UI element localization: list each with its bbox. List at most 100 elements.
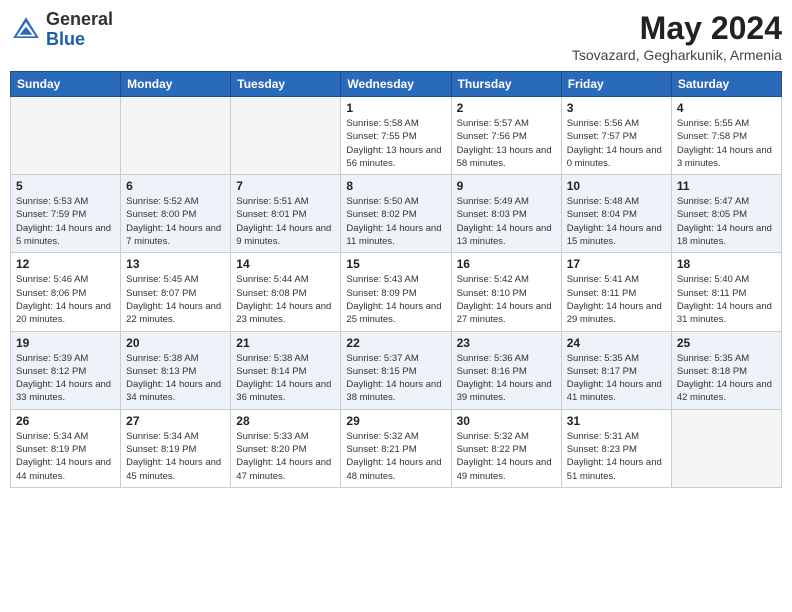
day-detail: Sunrise: 5:37 AMSunset: 8:15 PMDaylight:… (346, 352, 445, 405)
day-number: 26 (16, 414, 115, 428)
day-detail: Sunrise: 5:31 AMSunset: 8:23 PMDaylight:… (567, 430, 666, 483)
calendar-cell: 4 Sunrise: 5:55 AMSunset: 7:58 PMDaylight… (671, 97, 781, 175)
weekday-header: Friday (561, 72, 671, 97)
day-number: 18 (677, 257, 776, 271)
calendar-header-row: SundayMondayTuesdayWednesdayThursdayFrid… (11, 72, 782, 97)
day-number: 20 (126, 336, 225, 350)
day-detail: Sunrise: 5:35 AMSunset: 8:17 PMDaylight:… (567, 352, 666, 405)
day-detail: Sunrise: 5:57 AMSunset: 7:56 PMDaylight:… (457, 117, 556, 170)
weekday-header: Sunday (11, 72, 121, 97)
day-number: 28 (236, 414, 335, 428)
day-detail: Sunrise: 5:44 AMSunset: 8:08 PMDaylight:… (236, 273, 335, 326)
weekday-header: Saturday (671, 72, 781, 97)
day-number: 13 (126, 257, 225, 271)
day-detail: Sunrise: 5:42 AMSunset: 8:10 PMDaylight:… (457, 273, 556, 326)
day-detail: Sunrise: 5:32 AMSunset: 8:22 PMDaylight:… (457, 430, 556, 483)
day-number: 23 (457, 336, 556, 350)
logo-blue: Blue (46, 30, 113, 50)
day-detail: Sunrise: 5:49 AMSunset: 8:03 PMDaylight:… (457, 195, 556, 248)
day-number: 29 (346, 414, 445, 428)
day-number: 12 (16, 257, 115, 271)
calendar-cell: 26Sunrise: 5:34 AMSunset: 8:19 PMDayligh… (11, 409, 121, 487)
weekday-header: Wednesday (341, 72, 451, 97)
calendar-cell (11, 97, 121, 175)
calendar-cell: 27 Sunrise: 5:34 AMSunset: 8:19 PMDayligh… (121, 409, 231, 487)
calendar-cell: 11Sunrise: 5:47 AMSunset: 8:05 PMDayligh… (671, 175, 781, 253)
calendar-cell: 16 Sunrise: 5:42 AMSunset: 8:10 PMDayligh… (451, 253, 561, 331)
calendar-cell: 13Sunrise: 5:45 AMSunset: 8:07 PMDayligh… (121, 253, 231, 331)
day-number: 15 (346, 257, 445, 271)
weekday-header: Thursday (451, 72, 561, 97)
calendar-cell: 1 Sunrise: 5:58 AMSunset: 7:55 PMDaylight… (341, 97, 451, 175)
calendar-cell: 31 Sunrise: 5:31 AMSunset: 8:23 PMDayligh… (561, 409, 671, 487)
day-number: 31 (567, 414, 666, 428)
day-detail: Sunrise: 5:46 AMSunset: 8:06 PMDaylight:… (16, 273, 115, 326)
day-detail: Sunrise: 5:38 AMSunset: 8:13 PMDaylight:… (126, 352, 225, 405)
title-block: May 2024 Tsovazard, Gegharkunik, Armenia (572, 10, 782, 63)
day-detail: Sunrise: 5:32 AMSunset: 8:21 PMDaylight:… (346, 430, 445, 483)
calendar-cell: 12 Sunrise: 5:46 AMSunset: 8:06 PMDayligh… (11, 253, 121, 331)
calendar-cell: 2Sunrise: 5:57 AMSunset: 7:56 PMDaylight… (451, 97, 561, 175)
calendar-cell: 7 Sunrise: 5:51 AMSunset: 8:01 PMDaylight… (231, 175, 341, 253)
calendar-cell (121, 97, 231, 175)
calendar-week-row: 12 Sunrise: 5:46 AMSunset: 8:06 PMDayligh… (11, 253, 782, 331)
calendar-week-row: 19Sunrise: 5:39 AMSunset: 8:12 PMDayligh… (11, 331, 782, 409)
day-number: 4 (677, 101, 776, 115)
day-detail: Sunrise: 5:51 AMSunset: 8:01 PMDaylight:… (236, 195, 335, 248)
day-number: 19 (16, 336, 115, 350)
calendar-cell: 8Sunrise: 5:50 AMSunset: 8:02 PMDaylight… (341, 175, 451, 253)
day-number: 22 (346, 336, 445, 350)
calendar-cell: 30 Sunrise: 5:32 AMSunset: 8:22 PMDayligh… (451, 409, 561, 487)
calendar-table: SundayMondayTuesdayWednesdayThursdayFrid… (10, 71, 782, 488)
logo-text: General Blue (46, 10, 113, 50)
day-number: 8 (346, 179, 445, 193)
calendar-week-row: 5Sunrise: 5:53 AMSunset: 7:59 PMDaylight… (11, 175, 782, 253)
calendar-cell (231, 97, 341, 175)
day-detail: Sunrise: 5:55 AMSunset: 7:58 PMDaylight:… (677, 117, 776, 170)
day-number: 9 (457, 179, 556, 193)
day-number: 17 (567, 257, 666, 271)
day-number: 1 (346, 101, 445, 115)
weekday-header: Monday (121, 72, 231, 97)
day-detail: Sunrise: 5:47 AMSunset: 8:05 PMDaylight:… (677, 195, 776, 248)
page-header: General Blue May 2024 Tsovazard, Geghark… (10, 10, 782, 63)
calendar-cell: 28Sunrise: 5:33 AMSunset: 8:20 PMDayligh… (231, 409, 341, 487)
day-number: 21 (236, 336, 335, 350)
day-detail: Sunrise: 5:36 AMSunset: 8:16 PMDaylight:… (457, 352, 556, 405)
day-detail: Sunrise: 5:58 AMSunset: 7:55 PMDaylight:… (346, 117, 445, 170)
calendar-cell: 18 Sunrise: 5:40 AMSunset: 8:11 PMDayligh… (671, 253, 781, 331)
calendar-cell: 29 Sunrise: 5:32 AMSunset: 8:21 PMDayligh… (341, 409, 451, 487)
calendar-cell: 14Sunrise: 5:44 AMSunset: 8:08 PMDayligh… (231, 253, 341, 331)
day-number: 25 (677, 336, 776, 350)
calendar-cell: 20 Sunrise: 5:38 AMSunset: 8:13 PMDayligh… (121, 331, 231, 409)
day-detail: Sunrise: 5:34 AMSunset: 8:19 PMDaylight:… (126, 430, 225, 483)
calendar-cell: 17 Sunrise: 5:41 AMSunset: 8:11 PMDayligh… (561, 253, 671, 331)
day-number: 30 (457, 414, 556, 428)
day-detail: Sunrise: 5:40 AMSunset: 8:11 PMDaylight:… (677, 273, 776, 326)
calendar-cell: 21Sunrise: 5:38 AMSunset: 8:14 PMDayligh… (231, 331, 341, 409)
day-detail: Sunrise: 5:56 AMSunset: 7:57 PMDaylight:… (567, 117, 666, 170)
day-detail: Sunrise: 5:43 AMSunset: 8:09 PMDaylight:… (346, 273, 445, 326)
calendar-cell: 25 Sunrise: 5:35 AMSunset: 8:18 PMDayligh… (671, 331, 781, 409)
calendar-cell: 15 Sunrise: 5:43 AMSunset: 8:09 PMDayligh… (341, 253, 451, 331)
calendar-week-row: 26 Sunrise: 5:34 AMSunset: 8:19 PMDayligh… (11, 409, 782, 487)
day-detail: Sunrise: 5:35 AMSunset: 8:18 PMDaylight:… (677, 352, 776, 405)
day-number: 16 (457, 257, 556, 271)
location-title: Tsovazard, Gegharkunik, Armenia (572, 47, 782, 63)
day-number: 27 (126, 414, 225, 428)
calendar-cell: 6Sunrise: 5:52 AMSunset: 8:00 PMDaylight… (121, 175, 231, 253)
calendar-cell: 22 Sunrise: 5:37 AMSunset: 8:15 PMDayligh… (341, 331, 451, 409)
logo-general: General (46, 10, 113, 30)
logo: General Blue (10, 10, 113, 50)
calendar-cell: 3 Sunrise: 5:56 AMSunset: 7:57 PMDaylight… (561, 97, 671, 175)
calendar-cell: 24 Sunrise: 5:35 AMSunset: 8:17 PMDayligh… (561, 331, 671, 409)
calendar-cell: 9 Sunrise: 5:49 AMSunset: 8:03 PMDaylight… (451, 175, 561, 253)
day-detail: Sunrise: 5:41 AMSunset: 8:11 PMDaylight:… (567, 273, 666, 326)
day-number: 7 (236, 179, 335, 193)
calendar-cell (671, 409, 781, 487)
day-number: 10 (567, 179, 666, 193)
day-detail: Sunrise: 5:48 AMSunset: 8:04 PMDaylight:… (567, 195, 666, 248)
day-number: 24 (567, 336, 666, 350)
day-number: 5 (16, 179, 115, 193)
day-number: 3 (567, 101, 666, 115)
